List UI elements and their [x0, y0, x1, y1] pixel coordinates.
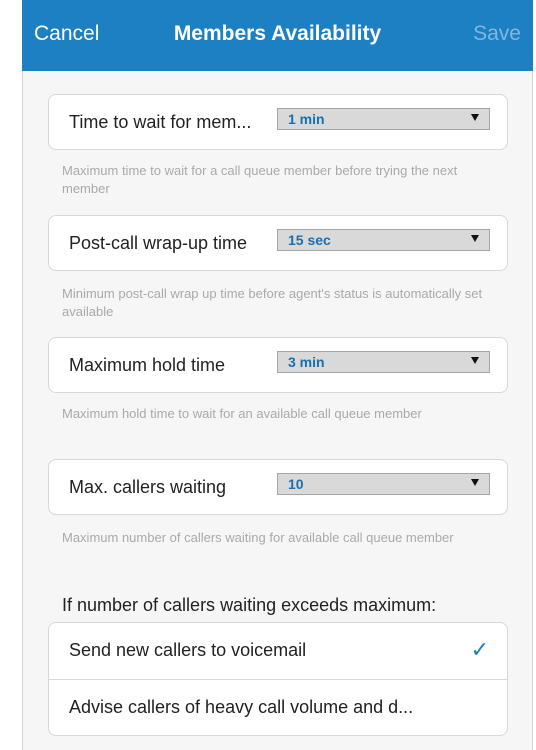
setting-description: Maximum hold time to wait for an availab… — [62, 406, 422, 421]
max-hold-time-select[interactable]: 3 min — [277, 351, 490, 373]
checkmark-icon: ✓ — [470, 637, 489, 662]
triangle-down-icon — [471, 235, 479, 242]
select-value: 3 min — [288, 354, 325, 370]
triangle-down-icon — [471, 479, 479, 486]
option-label: Send new callers to voicemail — [69, 640, 307, 660]
setting-label: Max. callers waiting — [69, 477, 227, 497]
wait-time-select[interactable]: 1 min — [277, 108, 490, 130]
overflow-heading: If number of callers waiting exceeds max… — [62, 595, 437, 615]
setting-wrap-up-time: Post-call wrap-up time 15 sec — [48, 215, 508, 271]
setting-description: Maximum time to wait for a call queue me… — [62, 163, 458, 196]
option-send-to-voicemail[interactable]: Send new callers to voicemail ✓ — [49, 623, 507, 679]
option-label: Advise callers of heavy call volume and … — [69, 697, 414, 717]
triangle-down-icon — [471, 357, 479, 364]
setting-label: Post-call wrap-up time — [69, 233, 248, 253]
triangle-down-icon — [471, 114, 479, 121]
setting-label: Time to wait for mem... — [69, 112, 252, 132]
select-value: 1 min — [288, 111, 325, 127]
wrap-up-time-select[interactable]: 15 sec — [277, 229, 490, 251]
setting-max-callers: Max. callers waiting 10 — [48, 459, 508, 515]
save-button[interactable]: Save — [473, 22, 521, 46]
page-title: Members Availability — [173, 22, 382, 45]
setting-description: Minimum post-call wrap up time before ag… — [62, 286, 483, 319]
setting-description: Maximum number of callers waiting for av… — [62, 530, 454, 545]
setting-wait-time: Time to wait for mem... 1 min — [48, 94, 508, 150]
overflow-options: Send new callers to voicemail ✓ Advise c… — [48, 622, 508, 736]
header-bar: Cancel Members Availability Save — [22, 0, 533, 71]
screen: Cancel Members Availability Save Time to… — [0, 0, 536, 750]
max-callers-select[interactable]: 10 — [277, 473, 490, 495]
select-value: 15 sec — [288, 232, 331, 248]
setting-label: Maximum hold time — [69, 355, 226, 375]
option-advise-heavy-volume[interactable]: Advise callers of heavy call volume and … — [49, 680, 507, 735]
setting-max-hold-time: Maximum hold time 3 min — [48, 337, 508, 393]
select-value: 10 — [288, 476, 304, 492]
